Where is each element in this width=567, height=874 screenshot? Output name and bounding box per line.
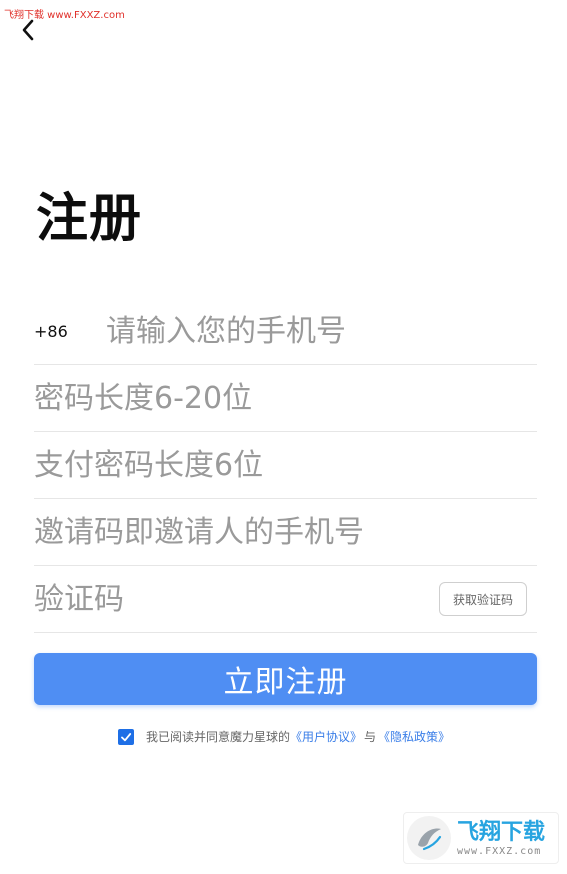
phone-field-row: +86 bbox=[34, 298, 537, 365]
back-button[interactable] bbox=[14, 16, 42, 44]
verify-code-input[interactable] bbox=[34, 581, 394, 617]
password-input[interactable] bbox=[34, 380, 537, 416]
register-button[interactable]: 立即注册 bbox=[34, 653, 537, 705]
register-form: +86 获取验证码 bbox=[34, 298, 537, 633]
watermark-title: 飞翔下载 bbox=[457, 819, 546, 845]
agreement-conjunction: 与 bbox=[364, 730, 377, 744]
watermark-text: 飞翔下载 www.FXXZ.com bbox=[457, 820, 545, 857]
pay-password-field-row bbox=[34, 432, 537, 499]
watermark-url: www.FXXZ.com bbox=[457, 845, 542, 857]
page-title: 注册 bbox=[36, 189, 143, 249]
agreement-row: 我已阅读并同意魔力星球的 《用户协议》 与 《隐私政策》 bbox=[118, 728, 450, 745]
watermark-bottom: 飞翔下载 www.FXXZ.com bbox=[403, 812, 559, 864]
agreement-checkbox[interactable] bbox=[118, 728, 134, 745]
invite-code-input[interactable] bbox=[34, 514, 537, 550]
agreement-prefix: 我已阅读并同意魔力星球的 bbox=[146, 730, 291, 744]
password-field-row bbox=[34, 365, 537, 432]
country-code[interactable]: +86 bbox=[34, 322, 106, 341]
phone-input[interactable] bbox=[106, 313, 537, 349]
watermark-logo-icon bbox=[407, 816, 451, 860]
check-icon bbox=[121, 732, 132, 741]
chevron-left-icon bbox=[22, 19, 34, 41]
pay-password-input[interactable] bbox=[34, 447, 537, 483]
verify-code-field-row: 获取验证码 bbox=[34, 566, 537, 633]
get-code-button[interactable]: 获取验证码 bbox=[438, 582, 527, 616]
user-agreement-link[interactable]: 《用户协议》 bbox=[290, 728, 362, 745]
invite-code-field-row bbox=[34, 499, 537, 566]
privacy-policy-link[interactable]: 《隐私政策》 bbox=[378, 728, 450, 745]
